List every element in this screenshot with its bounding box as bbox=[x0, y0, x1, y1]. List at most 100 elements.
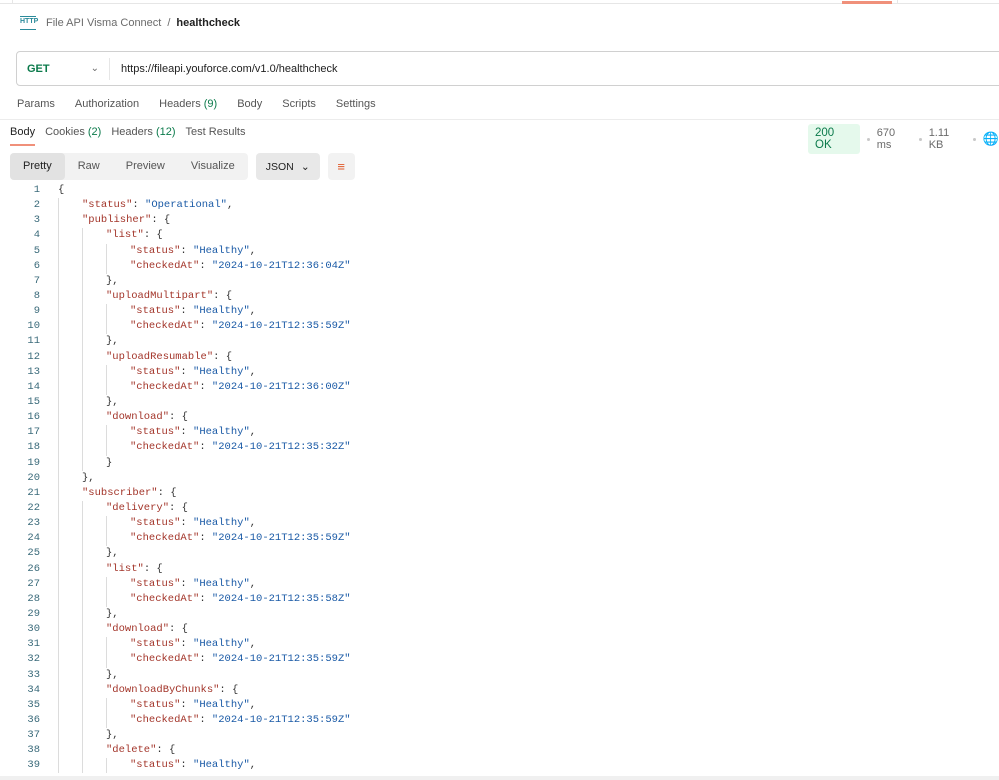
json-punctuation: }, bbox=[106, 729, 119, 742]
status-badge[interactable]: 200 OK bbox=[808, 124, 860, 154]
chevron-down-icon: ⌄ bbox=[300, 160, 310, 173]
json-punctuation: { bbox=[156, 229, 163, 242]
line-number: 9 bbox=[33, 305, 40, 318]
tab-settings[interactable]: Settings bbox=[336, 98, 376, 110]
tab-response-body[interactable]: Body bbox=[10, 126, 36, 146]
response-body-code[interactable]: 1{2 "status": "Operational", 3 "publisher":… bbox=[0, 183, 999, 774]
line-number: 39 bbox=[27, 759, 40, 772]
response-tabs: Body Cookies (2) Headers (12) Test Resul… bbox=[10, 126, 255, 146]
json-key: "status" bbox=[130, 638, 181, 651]
line-number: 21 bbox=[27, 486, 40, 499]
code-content: "checkedAt": "2024-10-21T12:35:59Z" bbox=[40, 712, 351, 729]
line-number: 2 bbox=[33, 199, 40, 212]
json-key: "download" bbox=[106, 623, 170, 636]
indent-guide bbox=[58, 561, 82, 577]
indent-guide bbox=[82, 561, 106, 577]
json-value: "2024-10-21T12:35:59Z" bbox=[211, 320, 351, 333]
divider bbox=[897, 0, 898, 4]
response-size[interactable]: 1.11 KB bbox=[929, 127, 966, 151]
indent-guide bbox=[106, 712, 130, 729]
json-punctuation: : bbox=[180, 305, 194, 318]
tab-scripts[interactable]: Scripts bbox=[282, 98, 316, 110]
indent-guide bbox=[58, 500, 82, 517]
json-key: "status" bbox=[130, 698, 181, 711]
tab-cookies[interactable]: Cookies (2) bbox=[45, 126, 101, 146]
code-line: 29}, bbox=[0, 606, 999, 623]
json-punctuation: : bbox=[180, 638, 194, 651]
indent-guide bbox=[106, 531, 130, 547]
json-punctuation: : bbox=[199, 653, 212, 666]
code-content: "uploadResumable": { bbox=[40, 349, 232, 365]
json-punctuation: : bbox=[151, 214, 164, 227]
code-line: 25}, bbox=[0, 546, 999, 562]
indent-guide bbox=[58, 516, 82, 532]
indent-guide bbox=[58, 758, 82, 774]
json-key: "checkedAt" bbox=[130, 532, 200, 545]
view-preview[interactable]: Preview bbox=[113, 153, 178, 180]
code-line: 36 "checkedAt": "2024-10-21T12:35:59Z" bbox=[0, 712, 999, 729]
indent-guide bbox=[82, 243, 106, 259]
line-number: 26 bbox=[27, 562, 40, 575]
tab-params[interactable]: Params bbox=[17, 98, 55, 110]
code-line: 23 "status": "Healthy", bbox=[0, 516, 999, 532]
json-punctuation: , bbox=[249, 365, 257, 378]
indent-guide bbox=[58, 379, 82, 395]
json-punctuation: { bbox=[181, 501, 188, 514]
view-raw[interactable]: Raw bbox=[65, 153, 113, 180]
code-content: "status": "Healthy", bbox=[40, 304, 256, 320]
tab-test-results[interactable]: Test Results bbox=[186, 126, 246, 146]
json-value: "Healthy" bbox=[193, 638, 250, 651]
view-pretty[interactable]: Pretty bbox=[10, 153, 65, 180]
indent-guide bbox=[58, 485, 82, 501]
format-select[interactable]: JSON ⌄ bbox=[255, 153, 320, 180]
response-time[interactable]: 670 ms bbox=[877, 127, 912, 151]
indent-guide bbox=[58, 243, 82, 259]
tab-body[interactable]: Body bbox=[237, 98, 262, 110]
json-punctuation: : bbox=[180, 698, 194, 711]
response-meta: 200 OK 670 ms 1.11 KB 🌐 bbox=[808, 124, 999, 154]
indent-guide bbox=[58, 304, 82, 320]
code-line: 33}, bbox=[0, 667, 999, 683]
line-number: 32 bbox=[27, 653, 40, 666]
json-key: "checkedAt" bbox=[130, 259, 200, 272]
code-content: "status": "Healthy", bbox=[40, 758, 256, 774]
indent-guide bbox=[58, 697, 82, 713]
tab-headers[interactable]: Headers (9) bbox=[159, 98, 217, 110]
breadcrumb-collection[interactable]: File API Visma Connect bbox=[46, 17, 161, 29]
json-punctuation: }, bbox=[106, 607, 119, 620]
indent-guide bbox=[82, 288, 106, 305]
indent-guide bbox=[106, 243, 130, 259]
json-key: "checkedAt" bbox=[130, 380, 200, 393]
json-key: "downloadByChunks" bbox=[106, 683, 220, 696]
indent-guide bbox=[82, 349, 106, 365]
json-punctuation: : bbox=[199, 532, 212, 545]
indent-guide bbox=[82, 516, 106, 532]
code-line: 19} bbox=[0, 455, 999, 471]
network-globe-lock-icon[interactable]: 🌐 bbox=[983, 131, 999, 147]
indent-guide bbox=[58, 728, 82, 744]
url-input[interactable]: https://fileapi.youforce.com/v1.0/health… bbox=[110, 63, 337, 75]
tab-authorization[interactable]: Authorization bbox=[75, 98, 139, 110]
line-number: 27 bbox=[27, 577, 40, 590]
code-content: "status": "Healthy", bbox=[40, 243, 256, 259]
view-visualize[interactable]: Visualize bbox=[178, 153, 248, 180]
json-punctuation: : bbox=[169, 623, 182, 636]
indent-guide bbox=[106, 258, 130, 274]
indent-guide bbox=[58, 667, 82, 683]
breadcrumb-request-name[interactable]: healthcheck bbox=[176, 17, 240, 29]
line-number: 37 bbox=[27, 729, 40, 742]
indent-guide bbox=[82, 228, 106, 244]
code-content: "status": "Healthy", bbox=[40, 364, 257, 380]
line-number: 10 bbox=[27, 320, 40, 333]
json-value: "Operational" bbox=[145, 199, 227, 212]
code-content: }, bbox=[40, 667, 119, 683]
method-select[interactable]: GET ⌄ bbox=[17, 57, 110, 80]
wrap-lines-icon[interactable]: ≡ bbox=[327, 153, 355, 180]
tab-response-headers[interactable]: Headers (12) bbox=[111, 126, 175, 146]
line-number: 8 bbox=[33, 289, 40, 302]
code-line: 1{ bbox=[0, 183, 999, 198]
bottom-scroll-area bbox=[0, 776, 999, 780]
json-punctuation: { bbox=[163, 214, 171, 227]
code-line: 37}, bbox=[0, 728, 999, 744]
json-key: "list" bbox=[106, 562, 144, 575]
